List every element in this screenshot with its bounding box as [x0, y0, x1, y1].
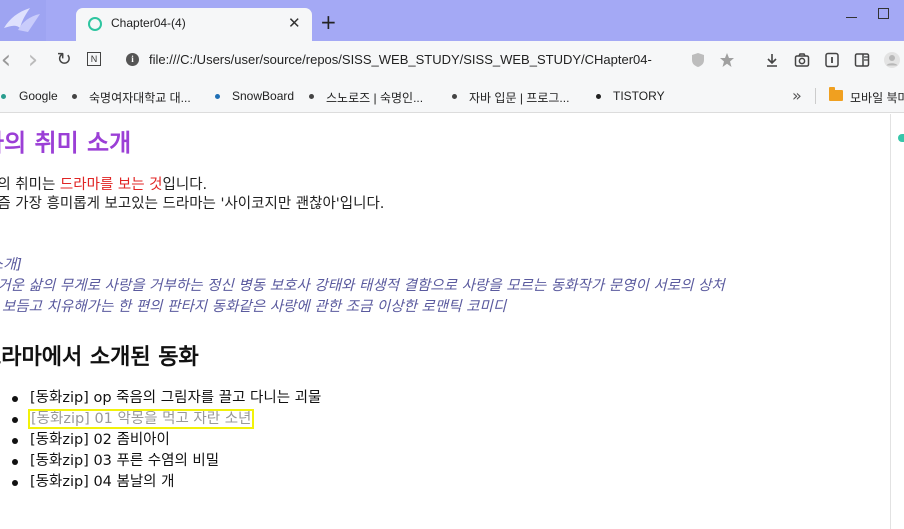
list-item-selected: [동화zip] 01 악몽을 먹고 자란 소년 — [12, 409, 321, 430]
reload-button[interactable]: ↻ — [54, 50, 74, 70]
sidebar-toggle-icon[interactable] — [853, 51, 871, 69]
download-icon[interactable] — [763, 51, 781, 69]
shield-icon[interactable] — [689, 51, 707, 69]
intro-suffix: 입니다. — [162, 177, 208, 193]
intro-line-2: 요즘 가장 흥미롭게 보고있는 드라마는 '사이코지만 괜찮아'입니다. — [0, 196, 385, 212]
browser-logo-icon — [0, 0, 46, 41]
page-content: 나의 취미 소개 나의 취미는 드라마를 보는 것입니다. 요즘 가장 흥미롭게… — [0, 114, 890, 529]
intro-prefix: 나의 취미는 — [0, 177, 56, 193]
list-item: [동화zip] op 죽음의 그림자를 끌고 다니는 괴물 — [12, 388, 321, 409]
bookmark-java[interactable]: 자바 입문 | 프로그... — [469, 89, 569, 106]
title-bar: Chapter04-(4) ✕ + — [0, 0, 904, 41]
bookmark-favicon-icon — [309, 94, 314, 99]
episode-text: [동화zip] 04 봄날의 개 — [30, 474, 175, 490]
bookmark-favicon-icon — [1, 94, 6, 99]
bookmark-sookmyung[interactable]: 숙명여자대학교 대... — [89, 89, 191, 106]
bookmark-favicon-icon — [215, 94, 220, 99]
navigation-toolbar: ‹ › ↻ N i file:///C:/Users/user/source/r… — [0, 41, 904, 79]
reader-mode-icon[interactable] — [823, 51, 841, 69]
synopsis-line-2: 를 보듬고 치유해가는 한 편의 판타지 동화같은 사랑에 관한 조금 이상한 … — [0, 299, 507, 315]
tab-loading-icon — [88, 17, 102, 31]
episode-text: [동화zip] 01 악몽을 먹고 자란 소년 — [27, 409, 255, 429]
forward-button[interactable]: › — [25, 47, 41, 73]
hobby-highlight: 드라마를 보는 것 — [59, 177, 163, 193]
section-title: 드라마에서 소개된 동화 — [0, 345, 199, 370]
bookmark-favicon-icon — [72, 94, 77, 99]
synopsis-label: [소개] — [0, 257, 22, 273]
bookmark-tistory[interactable]: TISTORY — [613, 89, 665, 103]
profile-avatar-icon[interactable] — [883, 51, 901, 69]
list-item: [동화zip] 04 봄날의 개 — [12, 472, 321, 493]
more-bookmarks-button[interactable]: » — [792, 86, 802, 105]
active-tab[interactable]: Chapter04-(4) ✕ — [76, 8, 312, 41]
synopsis-line-1: 버거운 삶의 무게로 사랑을 거부하는 정신 병동 보호사 강태와 태생적 결함… — [0, 278, 725, 294]
list-item: [동화zip] 03 푸른 수염의 비밀 — [12, 451, 321, 472]
synopsis-paragraph: [소개] 버거운 삶의 무게로 사랑을 거부하는 정신 병동 보호사 강태와 태… — [0, 255, 725, 318]
camera-icon[interactable] — [793, 51, 811, 69]
star-bookmark-icon[interactable] — [718, 51, 736, 69]
bookmark-google[interactable]: Google — [19, 89, 58, 103]
back-button[interactable]: ‹ — [0, 47, 12, 73]
site-info-icon[interactable]: i — [126, 53, 139, 66]
vertical-scrollbar[interactable] — [890, 114, 904, 529]
bookmarks-divider — [815, 88, 816, 104]
new-tab-button[interactable]: + — [320, 12, 337, 32]
close-tab-icon[interactable]: ✕ — [288, 14, 301, 32]
bookmark-favicon-icon — [452, 94, 457, 99]
bookmark-snorose[interactable]: 스노로즈 | 숙명인... — [326, 89, 423, 106]
intro-paragraph: 나의 취미는 드라마를 보는 것입니다. 요즘 가장 흥미롭게 보고있는 드라마… — [0, 176, 384, 214]
episode-text: [동화zip] op 죽음의 그림자를 끌고 다니는 괴물 — [30, 390, 322, 406]
address-bar[interactable]: file:///C:/Users/user/source/repos/SISS_… — [149, 52, 669, 67]
side-panel-indicator-icon[interactable] — [898, 134, 904, 142]
bookmark-snowboard[interactable]: SnowBoard — [232, 89, 294, 103]
intro-line-1: 나의 취미는 드라마를 보는 것입니다. — [0, 176, 384, 195]
bookmark-mobile-folder[interactable]: 모바일 북마 — [850, 89, 904, 106]
episode-text: [동화zip] 02 좀비아이 — [30, 432, 170, 448]
list-item: [동화zip] 02 좀비아이 — [12, 430, 321, 451]
minimize-window-button[interactable] — [846, 17, 857, 18]
bookmark-favicon-icon — [596, 94, 601, 99]
episode-text: [동화zip] 03 푸른 수염의 비밀 — [30, 453, 220, 469]
folder-icon — [829, 87, 843, 101]
maximize-window-button[interactable] — [878, 8, 889, 19]
episode-list: [동화zip] op 죽음의 그림자를 끌고 다니는 괴물 [동화zip] 01… — [12, 388, 321, 493]
bookmarks-bar: Google 숙명여자대학교 대... SnowBoard 스노로즈 | 숙명인… — [0, 79, 904, 113]
tab-title: Chapter04-(4) — [111, 16, 186, 30]
reader-n-icon[interactable]: N — [87, 52, 101, 66]
page-title: 나의 취미 소개 — [0, 129, 132, 157]
